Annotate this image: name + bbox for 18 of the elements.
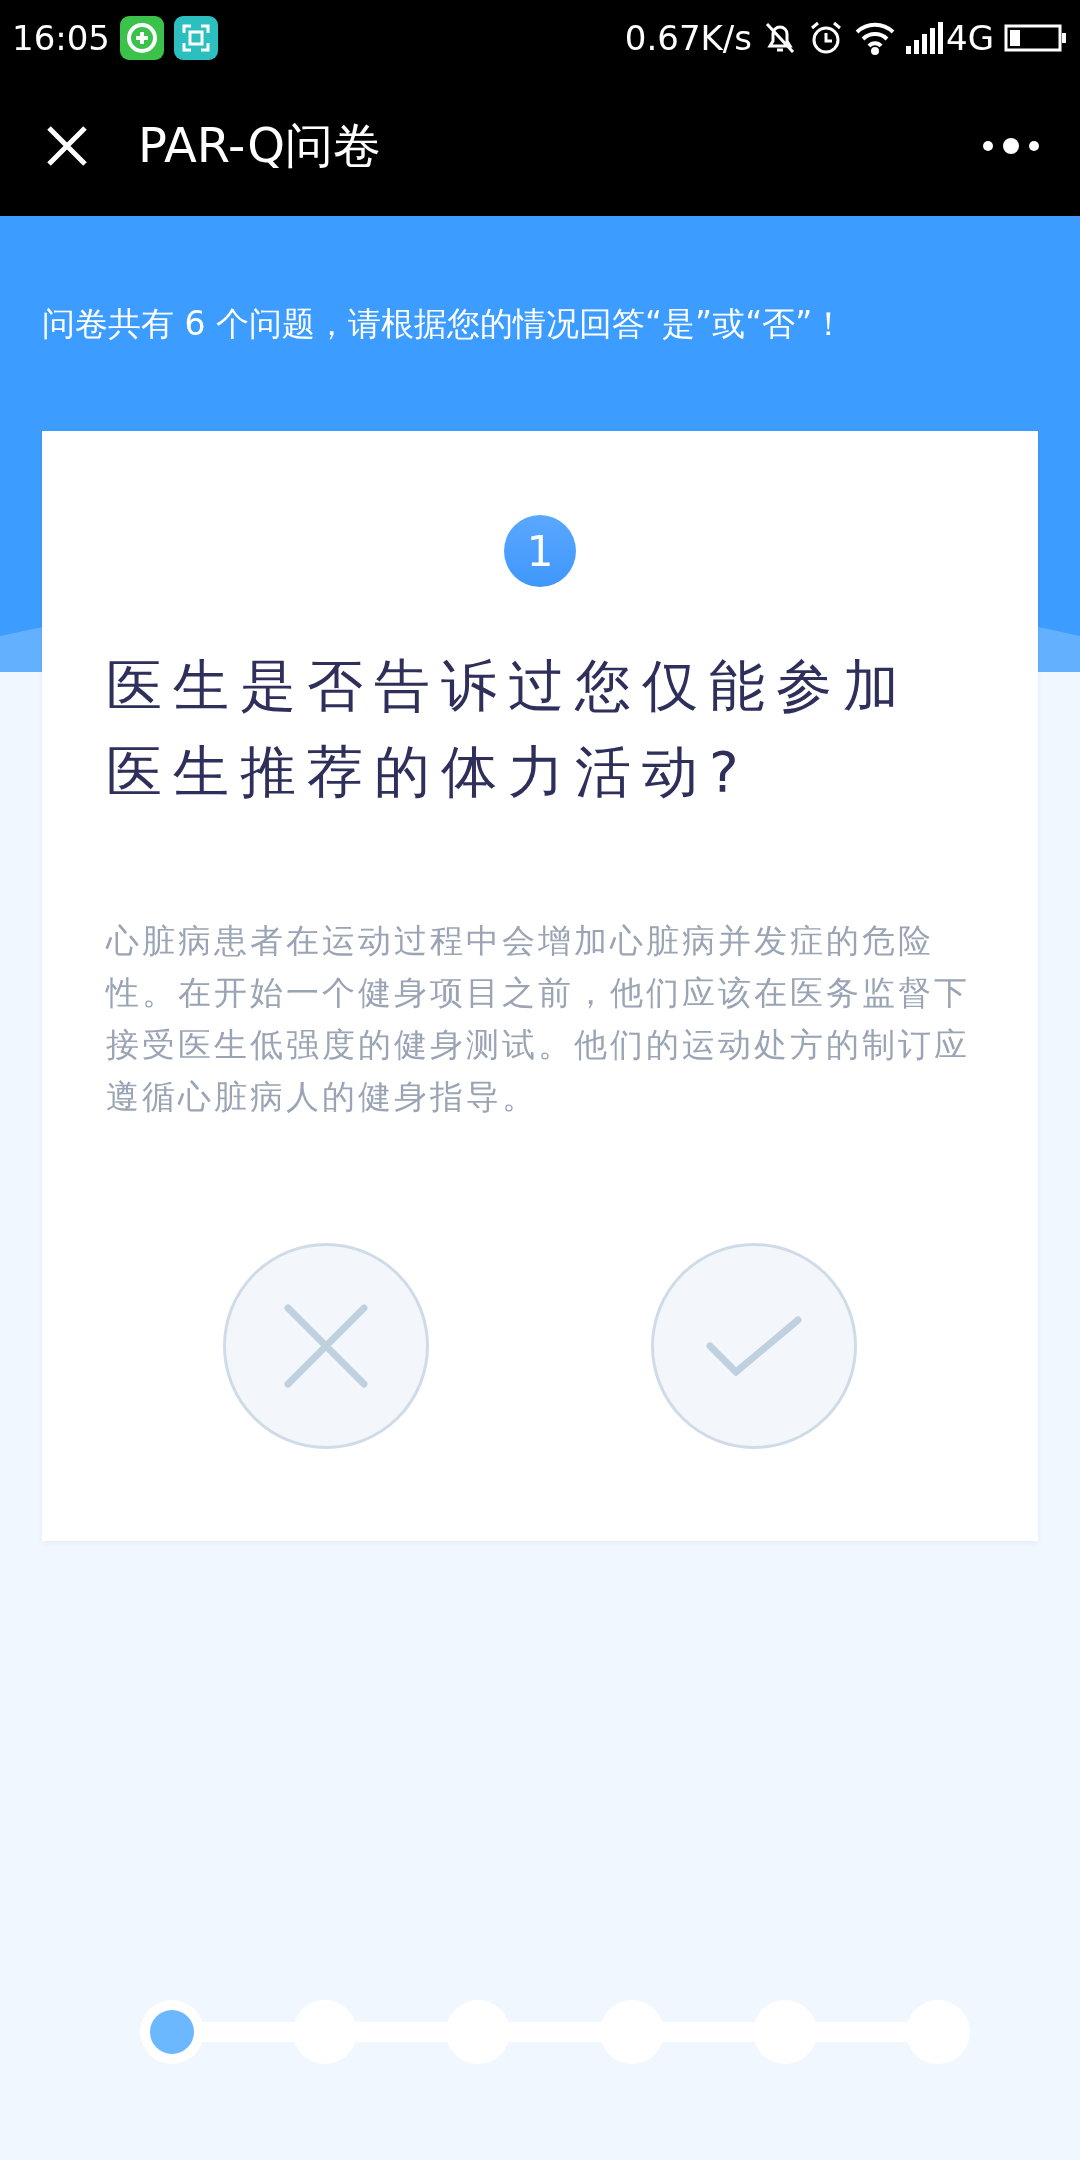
question-title: 医生是否告诉过您仅能参加医生推荐的体力活动? — [106, 652, 911, 806]
network-speed: 0.67K/s — [624, 18, 752, 58]
battery-icon — [1004, 22, 1068, 54]
app-icon — [120, 16, 164, 60]
signal-icon — [906, 20, 946, 56]
close-icon[interactable] — [46, 125, 88, 167]
more-icon[interactable] — [982, 136, 1040, 156]
question-number: 1 — [504, 515, 576, 587]
scan-icon — [174, 16, 218, 60]
wifi-icon — [854, 20, 896, 56]
cross-icon — [284, 1304, 368, 1388]
alarm-icon — [808, 20, 844, 56]
page-title: PAR-Q问卷 — [138, 116, 382, 175]
checkmark-icon — [706, 1316, 802, 1376]
status-time: 16:05 — [12, 18, 110, 58]
intro-text: 问卷共有 6 个问题，请根据您的情况回答“是”或“否”！ — [42, 303, 846, 345]
question-description: 心脏病患者在运动过程中会增加心脏病并发症的危险性。在开始一个健身项目之前，他们应该在医务监督下接受医生低强度的健身测试。他们的运动处方的制订应遵循心脏病人的健身指导。 — [106, 920, 971, 1118]
network-type: 4G — [946, 18, 994, 58]
